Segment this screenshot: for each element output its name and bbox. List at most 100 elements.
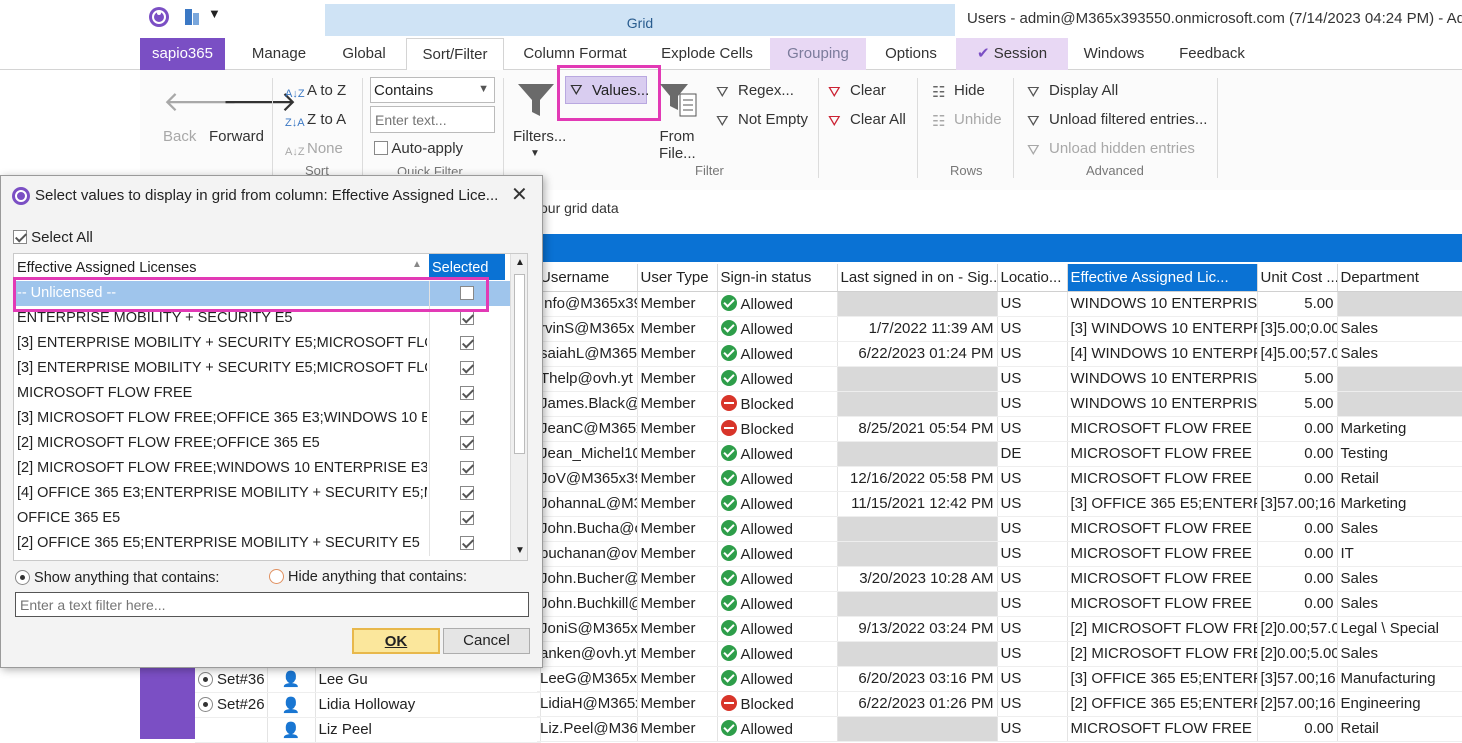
grid-cell[interactable]: buchanan@ov: [537, 541, 638, 567]
grid-cell[interactable]: Allowed: [717, 316, 838, 342]
list-item[interactable]: [2] MICROSOFT FLOW FREE;OFFICE 365 E5: [14, 431, 510, 456]
grid-cell[interactable]: MICROSOFT FLOW FREE: [1067, 441, 1258, 467]
grid-cell[interactable]: Member: [637, 641, 718, 667]
grid-cell[interactable]: [837, 641, 998, 667]
grid-cell[interactable]: [837, 591, 998, 617]
grid-cell[interactable]: 6/22/2023 01:26 PM: [837, 691, 998, 717]
selected-checkbox[interactable]: [460, 336, 474, 350]
table-row[interactable]: Info@M365x39 Member Allowed US WINDOWS 10 EN…: [537, 291, 1462, 317]
grid-cell[interactable]: US: [997, 316, 1068, 342]
grid-cell[interactable]: Member: [637, 516, 718, 542]
grid-cell[interactable]: Allowed: [717, 516, 838, 542]
table-row[interactable]: John.Buchkill@ Member Allowed US MICROSOFT F…: [537, 591, 1462, 617]
grid-cell[interactable]: Member: [637, 716, 718, 742]
set-cell[interactable]: Set#26: [195, 692, 268, 718]
grid-cell[interactable]: [3] OFFICE 365 E5;ENTERPRI: [1067, 491, 1258, 517]
grid-cell[interactable]: Marketing: [1337, 416, 1462, 442]
grid-cell[interactable]: US: [997, 716, 1068, 742]
table-row[interactable]: JoV@M365x39 Member Allowed 12/16/2022 05:58…: [537, 466, 1462, 492]
selected-checkbox[interactable]: [460, 386, 474, 400]
selected-checkbox[interactable]: [460, 536, 474, 550]
display-name-cell[interactable]: Lidia Holloway: [315, 692, 541, 718]
grid-cell[interactable]: [2]0.00;57.0: [1257, 616, 1338, 642]
scrollbar[interactable]: ▲ ▼: [510, 254, 527, 560]
grid-cell[interactable]: JohannaL@M3: [537, 491, 638, 517]
grid-cell[interactable]: Allowed: [717, 641, 838, 667]
grid-cell[interactable]: Testing: [1337, 441, 1462, 467]
window-icon[interactable]: [183, 7, 201, 27]
grid-cell[interactable]: [3]5.00;0.00: [1257, 316, 1338, 342]
grid-cell[interactable]: Sales: [1337, 516, 1462, 542]
table-row[interactable]: John.Bucha@o Member Allowed US MICROSOFT FLO…: [537, 516, 1462, 542]
table-row[interactable]: JohannaL@M3 Member Allowed 11/15/2021 12:42…: [537, 491, 1462, 517]
grid-cell[interactable]: Legal \ Special: [1337, 616, 1462, 642]
grid-header-5[interactable]: Effective Assigned Lic...: [1067, 264, 1258, 292]
grid-cell[interactable]: Allowed: [717, 591, 838, 617]
match-mode-select[interactable]: Contains ▼: [370, 77, 495, 103]
ok-button[interactable]: OK: [352, 628, 440, 654]
grid-cell[interactable]: [3] WINDOWS 10 ENTERPRI: [1067, 316, 1258, 342]
table-row[interactable]: 👤 Liz Peel: [195, 717, 541, 743]
tab-session[interactable]: ✔ Session: [956, 38, 1068, 70]
grid-cell[interactable]: Thelp@ovh.yt: [537, 366, 638, 392]
grid-cell[interactable]: Member: [637, 591, 718, 617]
clear-all-filters-button[interactable]: ⛛ Clear All: [828, 111, 906, 130]
scroll-up-icon[interactable]: ▲: [515, 257, 525, 268]
unload-hidden-button[interactable]: ⛛ Unload hidden entries: [1027, 140, 1195, 159]
grid-cell[interactable]: Member: [637, 291, 718, 317]
grid-cell[interactable]: Allowed: [717, 366, 838, 392]
grid-cell[interactable]: 1/7/2022 11:39 AM: [837, 316, 998, 342]
table-row[interactable]: anken@ovh.yt Member Allowed US [2] MICROSOFT…: [537, 641, 1462, 667]
selected-checkbox[interactable]: [460, 436, 474, 450]
scrollbar-thumb[interactable]: [514, 274, 525, 454]
grid-cell[interactable]: 0.00: [1257, 516, 1338, 542]
hide-radio[interactable]: Hide anything that contains:: [269, 569, 467, 585]
grid-cell[interactable]: Info@M365x39: [537, 291, 638, 317]
hide-rows-button[interactable]: ☷ Hide: [932, 82, 985, 101]
quick-access-dropdown-icon[interactable]: ▼: [208, 6, 221, 21]
grid-cell[interactable]: Sales: [1337, 641, 1462, 667]
grid-cell[interactable]: Member: [637, 491, 718, 517]
grid-cell[interactable]: [837, 516, 998, 542]
selected-checkbox[interactable]: [460, 486, 474, 500]
grid-header-7[interactable]: Department: [1337, 264, 1462, 292]
grid-cell[interactable]: Blocked: [717, 691, 838, 717]
grid-cell[interactable]: [2] OFFICE 365 E5;ENTERPRI: [1067, 691, 1258, 717]
tab-sapio365[interactable]: sapio365: [140, 38, 225, 70]
list-item[interactable]: MICROSOFT FLOW FREE: [14, 381, 510, 406]
grid-cell[interactable]: US: [997, 291, 1068, 317]
grid-cell[interactable]: IT: [1337, 541, 1462, 567]
grid-cell[interactable]: Member: [637, 341, 718, 367]
grid-cell[interactable]: Allowed: [717, 341, 838, 367]
selected-checkbox[interactable]: [460, 461, 474, 475]
grid-cell[interactable]: [837, 716, 998, 742]
list-item[interactable]: [4] OFFICE 365 E3;ENTERPRISE MOBILITY + …: [14, 481, 510, 506]
grid-cell[interactable]: James.Black@c: [537, 391, 638, 417]
clear-filter-button[interactable]: ⛛ Clear: [828, 82, 886, 101]
list-item[interactable]: [2] OFFICE 365 E5;ENTERPRISE MOBILITY + …: [14, 531, 510, 556]
grid-cell[interactable]: MICROSOFT FLOW FREE: [1067, 716, 1258, 742]
forward-button[interactable]: Forward: [209, 128, 264, 145]
table-row[interactable]: Thelp@ovh.yt Member Allowed US WINDOWS 10 EN…: [537, 366, 1462, 392]
sort-a-to-z-button[interactable]: A↓Z A to Z: [285, 82, 346, 104]
grid-cell[interactable]: Member: [637, 566, 718, 592]
grid-cell[interactable]: Engineering: [1337, 691, 1462, 717]
grid-cell[interactable]: US: [997, 366, 1068, 392]
table-row[interactable]: Liz.Peel@M365 Member Allowed US MICROSOFT FL…: [537, 716, 1462, 742]
grid-cell[interactable]: [3]57.00;16.: [1257, 491, 1338, 517]
grid-cell[interactable]: John.Buchkill@: [537, 591, 638, 617]
grid-cell[interactable]: Allowed: [717, 541, 838, 567]
grid-cell[interactable]: US: [997, 341, 1068, 367]
table-row[interactable]: JeanC@M365x Member Blocked 8/25/2021 05:54 …: [537, 416, 1462, 442]
table-row[interactable]: JoniS@M365x3 Member Allowed 9/13/2022 03:24…: [537, 616, 1462, 642]
grid-cell[interactable]: [2] MICROSOFT FLOW FREE;: [1067, 616, 1258, 642]
selected-checkbox[interactable]: [460, 411, 474, 425]
grid-cell[interactable]: Jean_Michel10: [537, 441, 638, 467]
grid-cell[interactable]: MICROSOFT FLOW FREE: [1067, 541, 1258, 567]
regex-button[interactable]: ⛛ Regex...: [716, 82, 794, 101]
grid-cell[interactable]: MICROSOFT FLOW FREE: [1067, 591, 1258, 617]
grid-cell[interactable]: WINDOWS 10 ENTERPRISE E: [1067, 366, 1258, 392]
main-grid[interactable]: Username User Type Sign-in status Last sign…: [537, 264, 1462, 742]
set-cell[interactable]: Set#36: [195, 667, 268, 693]
grid-cell[interactable]: JoV@M365x39: [537, 466, 638, 492]
